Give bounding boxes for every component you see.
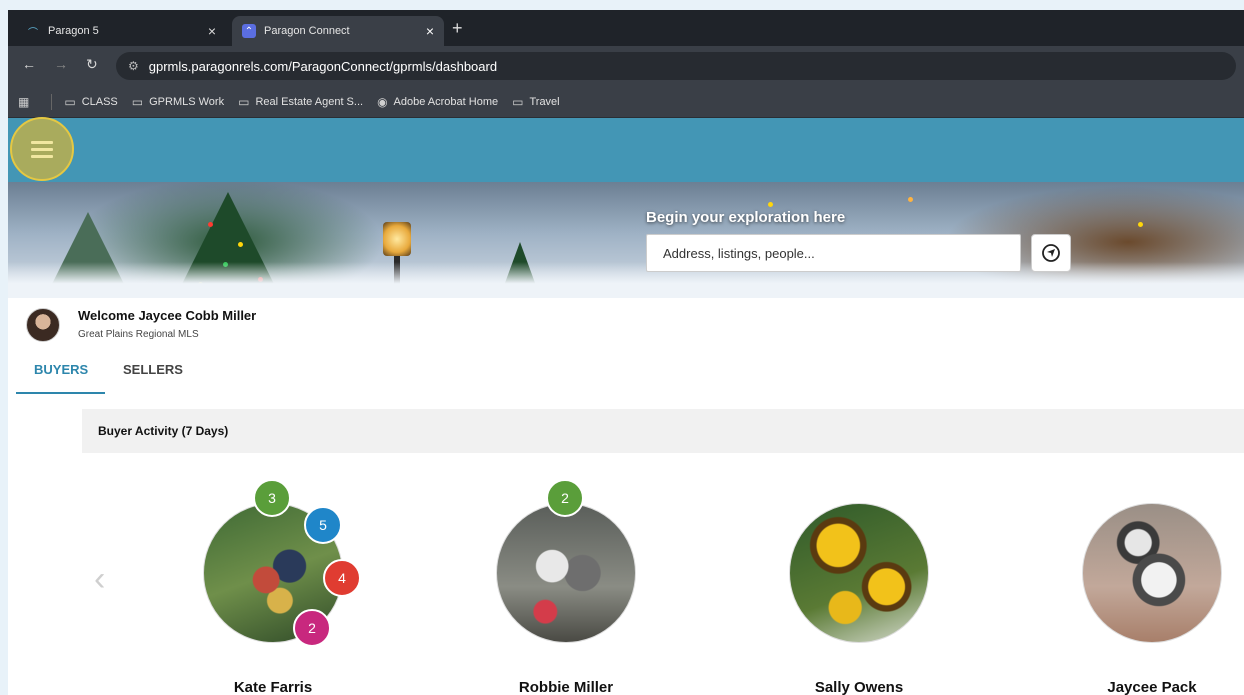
location-pin-icon — [1042, 244, 1060, 262]
tree-light — [768, 202, 773, 207]
bookmark-class[interactable]: ▭ CLASS — [64, 95, 117, 109]
buyer-name[interactable]: Sally Owens — [759, 679, 959, 695]
folder-icon: ▭ — [64, 94, 76, 109]
tab-sellers[interactable]: SELLERS — [105, 360, 201, 394]
activity-badge[interactable]: 2 — [293, 609, 331, 647]
close-tab-icon[interactable]: × — [208, 23, 216, 39]
organization-name: Great Plains Regional MLS — [78, 329, 199, 340]
activity-badge[interactable]: 5 — [304, 506, 342, 544]
browser-window: ⌒ Paragon 5 × ⌃ Paragon Connect × + ← → … — [8, 10, 1244, 695]
activity-badge[interactable]: 2 — [546, 479, 584, 517]
tree-light — [238, 242, 243, 247]
apps-grid-icon[interactable]: ▦ — [18, 95, 35, 109]
forward-arrow-icon[interactable]: → — [54, 56, 68, 72]
tab-title: Paragon Connect — [264, 25, 350, 37]
bookmarks-bar: ▦ ▭ CLASS ▭ GPRMLS Work ▭ Real Estate Agent… — [8, 86, 1244, 118]
bookmark-travel[interactable]: ▭ Travel — [512, 95, 560, 109]
buyer-photo[interactable] — [789, 503, 929, 643]
folder-icon: ▭ — [131, 94, 144, 109]
tree-light — [1138, 222, 1143, 227]
paragon-logo-icon: ⌒ — [28, 27, 38, 39]
hero-banner: Begin your exploration here Address, lis… — [8, 182, 1244, 298]
hero-title: Begin your exploration here — [646, 209, 846, 226]
browser-tab-paragon-connect[interactable]: ⌃ Paragon Connect × — [232, 16, 444, 46]
buyer-name[interactable]: Robbie Miller — [466, 679, 666, 695]
activity-badge[interactable]: 3 — [253, 479, 291, 517]
bookmark-gprmls-work[interactable]: ▭ GPRMLS Work — [132, 95, 224, 109]
tab-buyers[interactable]: BUYERS — [16, 360, 105, 394]
menu-button[interactable] — [10, 117, 74, 181]
browser-tab-bar: ⌒ Paragon 5 × ⌃ Paragon Connect × + — [8, 10, 1244, 46]
search-input[interactable]: Address, listings, people... — [646, 234, 1021, 272]
buyer-activity-header: Buyer Activity (7 Days) — [82, 409, 1244, 453]
close-tab-icon[interactable]: × — [426, 23, 434, 39]
chevron-left-icon[interactable]: ‹ — [94, 560, 105, 599]
buyer-name[interactable]: Kate Farris — [173, 679, 373, 695]
bookmark-adobe-acrobat[interactable]: ◉ Adobe Acrobat Home — [377, 95, 498, 109]
site-settings-icon[interactable]: ⚙ — [128, 59, 139, 73]
buyer-photo[interactable] — [1082, 503, 1222, 643]
browser-tab-paragon-5[interactable]: ⌒ Paragon 5 × — [16, 16, 226, 46]
location-button[interactable] — [1031, 234, 1071, 272]
buyer-name[interactable]: Jaycee Pack — [1052, 679, 1244, 695]
avatar[interactable] — [26, 308, 60, 342]
browser-address-bar: ← → ↻ ⚙ gprmls.paragonrels.com/ParagonCo… — [8, 46, 1244, 86]
folder-icon: ▭ — [238, 94, 250, 109]
reload-icon[interactable]: ↻ — [86, 56, 98, 73]
buyer-photo[interactable] — [496, 503, 636, 643]
bookmark-real-estate-agent[interactable]: ▭ Real Estate Agent S... — [238, 95, 363, 109]
dashboard-tabs: BUYERS SELLERS — [16, 360, 201, 394]
welcome-name: Welcome Jaycee Cobb Miller — [78, 308, 257, 323]
search-placeholder: Address, listings, people... — [663, 245, 815, 261]
hamburger-icon — [31, 137, 53, 162]
url-text: gprmls.paragonrels.com/ParagonConnect/gp… — [148, 58, 498, 74]
new-tab-button[interactable]: + — [452, 18, 463, 39]
welcome-section: Welcome Jaycee Cobb Miller Great Plains … — [26, 308, 256, 342]
paragon-connect-logo-icon: ⌃ — [242, 24, 256, 38]
tree-light — [908, 197, 913, 202]
app-header-bar — [8, 117, 1244, 182]
back-arrow-icon[interactable]: ← — [22, 56, 36, 72]
street-lamp-decoration — [383, 222, 411, 256]
tab-title: Paragon 5 — [48, 25, 99, 37]
url-field[interactable]: ⚙ gprmls.paragonrels.com/ParagonConnect/… — [116, 52, 1236, 80]
globe-icon: ◉ — [377, 94, 388, 109]
folder-icon: ▭ — [512, 94, 524, 109]
activity-badge[interactable]: 4 — [323, 559, 361, 597]
tree-light — [208, 222, 213, 227]
bookmarks-divider — [51, 93, 53, 110]
